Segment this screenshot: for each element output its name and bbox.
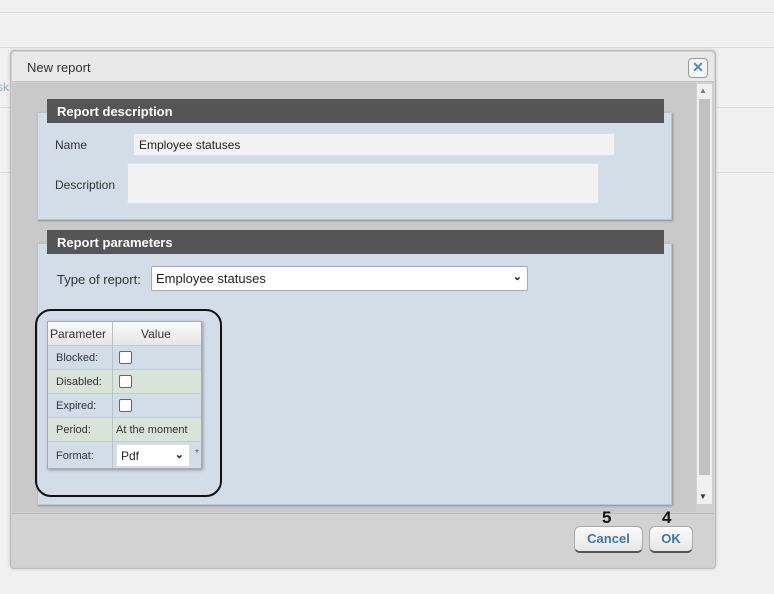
cancel-annotation: 5 (602, 508, 612, 527)
scroll-down-icon[interactable]: ▼ (699, 492, 707, 501)
bg-line (0, 12, 774, 13)
dialog-titlebar[interactable] (12, 52, 714, 82)
name-label: Name (55, 138, 88, 152)
report-parameters-header: Report parameters (47, 230, 664, 254)
type-of-report-value: Employee statuses (156, 271, 266, 286)
ok-annotation: 4 (662, 508, 672, 527)
type-of-report-label: Type of report: (57, 272, 141, 287)
report-description-header: Report description (47, 99, 664, 123)
description-label: Description (55, 178, 116, 192)
close-button[interactable]: ✕ (688, 58, 708, 78)
background-text: sk (0, 80, 9, 94)
type-of-report-select[interactable]: Employee statuses ⌄ (151, 266, 528, 291)
scroll-up-icon[interactable]: ▲ (699, 86, 707, 95)
close-icon: ✕ (692, 59, 704, 75)
bg-line (0, 47, 774, 48)
scrollbar-thumb[interactable] (699, 99, 710, 475)
description-textarea[interactable] (127, 163, 599, 204)
ok-button[interactable]: OK (649, 526, 693, 553)
dialog-title: New report (27, 60, 91, 75)
name-input[interactable]: Employee statuses (133, 133, 615, 156)
chevron-down-icon: ⌄ (512, 271, 522, 283)
cancel-button[interactable]: Cancel (574, 526, 643, 553)
highlight-outline (35, 309, 222, 497)
